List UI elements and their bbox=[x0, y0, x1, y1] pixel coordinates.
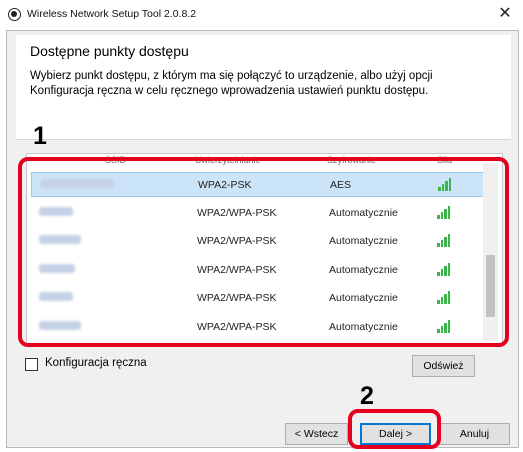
close-icon[interactable]: ✕ bbox=[493, 3, 517, 25]
table-row[interactable]: kd-smart WPA2/WPA-PSK Automatycznie bbox=[31, 258, 486, 283]
signal-strength-icon bbox=[437, 262, 451, 276]
row-authentication: WPA2/WPA-PSK bbox=[197, 206, 277, 219]
table-row[interactable]: kd-guest WPA2/WPA-PSK Automatycznie bbox=[31, 229, 486, 254]
row-encryption: Automatycznie bbox=[329, 263, 398, 276]
row-authentication: WPA2/WPA-PSK bbox=[197, 292, 277, 304]
row-ssid: kd-guest bbox=[39, 320, 81, 330]
row-authentication: WPA2-PSK bbox=[198, 179, 252, 191]
list-scrollbar[interactable] bbox=[483, 163, 498, 341]
next-button[interactable]: Dalej > bbox=[360, 423, 431, 445]
signal-strength-icon bbox=[437, 234, 451, 247]
column-header-signal[interactable]: Sila bbox=[437, 155, 452, 165]
title-bar: Wireless Network Setup Tool 2.0.8.2 ✕ bbox=[0, 0, 523, 30]
row-ssid: kd-voice bbox=[39, 206, 73, 216]
row-ssid: Buffalo-G-9E08 bbox=[40, 179, 114, 188]
manual-config-checkbox[interactable] bbox=[25, 358, 38, 371]
page-header: Dostępne punkty dostępu Wybierz punkt do… bbox=[16, 35, 511, 139]
cancel-button[interactable]: Anuluj bbox=[439, 423, 510, 445]
column-header-ssid[interactable]: SSID bbox=[105, 155, 126, 165]
signal-strength-icon bbox=[437, 319, 451, 333]
page-description: Wybierz punkt dostępu, z którym ma się p… bbox=[30, 70, 433, 97]
row-authentication: WPA2/WPA-PSK bbox=[197, 263, 277, 276]
row-ssid: kd-guest bbox=[39, 235, 81, 244]
scrollbar-thumb[interactable] bbox=[486, 255, 495, 317]
row-authentication: WPA2/WPA-PSK bbox=[197, 235, 277, 247]
row-encryption: AES bbox=[330, 179, 352, 191]
table-row[interactable]: kd-guest WPA2/WPA-PSK Automatycznie bbox=[31, 315, 486, 340]
step-marker-2: 2 bbox=[360, 382, 374, 410]
column-header-auth[interactable]: Uwierzytelnianie bbox=[195, 155, 261, 165]
header-divider bbox=[16, 139, 511, 140]
row-ssid: kd-smart bbox=[39, 263, 75, 273]
access-point-list[interactable]: SSID Uwierzytelnianie Szyfrowanie Sila B… bbox=[26, 153, 503, 344]
table-row[interactable]: kd-voice WPA2/WPA-PSK Automatycznie bbox=[31, 286, 486, 311]
column-headers: SSID Uwierzytelnianie Szyfrowanie Sila bbox=[27, 154, 502, 166]
table-row[interactable]: kd-voice WPA2/WPA-PSK Automatycznie bbox=[31, 201, 486, 226]
row-encryption: Automatycznie bbox=[329, 320, 398, 333]
app-icon bbox=[8, 8, 21, 21]
signal-strength-icon bbox=[438, 178, 452, 191]
row-encryption: Automatycznie bbox=[329, 206, 398, 219]
signal-strength-icon bbox=[437, 291, 451, 304]
back-button[interactable]: < Wstecz bbox=[285, 423, 348, 445]
page-title: Dostępne punkty dostępu bbox=[30, 43, 189, 59]
column-header-encryption[interactable]: Szyfrowanie bbox=[327, 155, 376, 165]
row-authentication: WPA2/WPA-PSK bbox=[197, 320, 277, 333]
row-encryption: Automatycznie bbox=[329, 292, 398, 304]
window-title: Wireless Network Setup Tool 2.0.8.2 bbox=[27, 8, 197, 20]
refresh-button[interactable]: Odśwież bbox=[412, 355, 475, 377]
table-row[interactable]: Buffalo-G-9E08 WPA2-PSK AES bbox=[31, 172, 486, 197]
signal-strength-icon bbox=[437, 205, 451, 219]
row-ssid: kd-voice bbox=[39, 292, 73, 301]
row-encryption: Automatycznie bbox=[329, 235, 398, 247]
step-marker-1: 1 bbox=[33, 122, 47, 150]
manual-config-label[interactable]: Konfiguracja ręczna bbox=[45, 357, 147, 369]
